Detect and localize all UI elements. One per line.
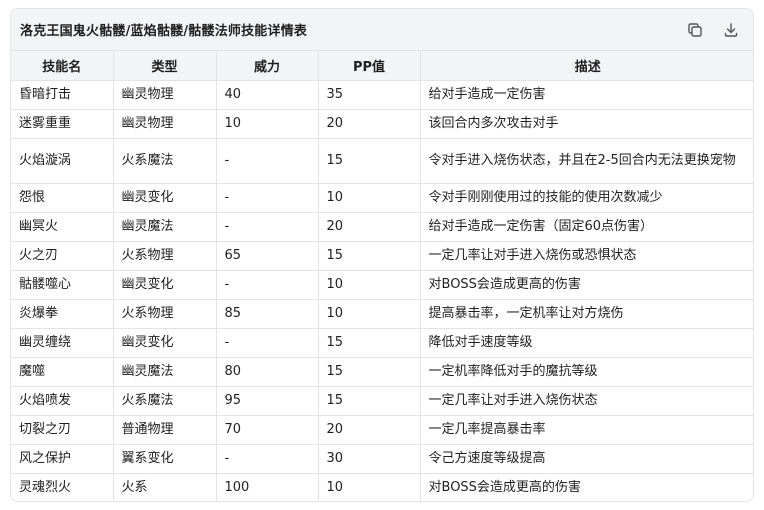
cell-description: 该回合内多次攻击对手 bbox=[420, 109, 753, 139]
cell-power: 80 bbox=[216, 357, 319, 387]
cell-description: 提高暴击率，一定机率让对方烧伤 bbox=[420, 299, 753, 329]
cell-type: 火系魔法 bbox=[113, 138, 217, 184]
cell-pp: 30 bbox=[318, 444, 421, 474]
table-row: 昏暗打击 幽灵物理 40 35 给对手造成一定伤害 bbox=[11, 80, 753, 110]
cell-description: 令己方速度等级提高 bbox=[420, 444, 753, 474]
table-row: 怨恨 幽灵变化 - 10 令对手刚刚使用过的技能的使用次数减少 bbox=[11, 183, 753, 213]
cell-type: 幽灵变化 bbox=[113, 270, 217, 300]
cell-skill-name: 火之刃 bbox=[11, 241, 114, 271]
cell-description: 令对手进入烧伤状态，并且在2-5回合内无法更换宠物 bbox=[420, 138, 753, 184]
cell-power: 100 bbox=[216, 473, 319, 501]
table-row: 切裂之刃 普通物理 70 20 一定几率提高暴击率 bbox=[11, 415, 753, 445]
cell-power: - bbox=[216, 183, 319, 213]
cell-type: 幽灵物理 bbox=[113, 80, 217, 110]
cell-type: 翼系变化 bbox=[113, 444, 217, 474]
table-header-bar: 洛克王国鬼火骷髅/蓝焰骷髅/骷髅法师技能详情表 bbox=[11, 9, 753, 51]
table-row: 火焰喷发 火系魔法 95 15 一定几率让对手进入烧伤状态 bbox=[11, 386, 753, 416]
cell-pp: 35 bbox=[318, 80, 421, 110]
cell-type: 火系 bbox=[113, 473, 217, 501]
cell-description: 令对手刚刚使用过的技能的使用次数减少 bbox=[420, 183, 753, 213]
cell-description: 给对手造成一定伤害（固定60点伤害） bbox=[420, 212, 753, 242]
cell-pp: 15 bbox=[318, 386, 421, 416]
cell-skill-name: 风之保护 bbox=[11, 444, 114, 474]
cell-power: 65 bbox=[216, 241, 319, 271]
table-row: 幽灵缠绕 幽灵变化 - 15 降低对手速度等级 bbox=[11, 328, 753, 358]
cell-description: 一定几率让对手进入烧伤或恐惧状态 bbox=[420, 241, 753, 271]
cell-power: 70 bbox=[216, 415, 319, 445]
table-title: 洛克王国鬼火骷髅/蓝焰骷髅/骷髅法师技能详情表 bbox=[20, 24, 308, 39]
cell-skill-name: 骷髅噬心 bbox=[11, 270, 114, 300]
cell-type: 幽灵魔法 bbox=[113, 357, 217, 387]
cell-skill-name: 昏暗打击 bbox=[11, 80, 114, 110]
table-row: 骷髅噬心 幽灵变化 - 10 对BOSS会造成更高的伤害 bbox=[11, 270, 753, 300]
cell-description: 一定机率降低对手的魔抗等级 bbox=[420, 357, 753, 387]
table-card: 洛克王国鬼火骷髅/蓝焰骷髅/骷髅法师技能详情表 技能名 类型 威力 PP值 描述… bbox=[10, 8, 754, 502]
cell-power: 95 bbox=[216, 386, 319, 416]
skills-table: 技能名 类型 威力 PP值 描述 昏暗打击 幽灵物理 40 35 给对手造成一定… bbox=[11, 51, 753, 501]
cell-skill-name: 幽灵缠绕 bbox=[11, 328, 114, 358]
cell-description: 降低对手速度等级 bbox=[420, 328, 753, 358]
table-header-row: 技能名 类型 威力 PP值 描述 bbox=[11, 51, 753, 81]
download-icon[interactable] bbox=[721, 20, 741, 40]
cell-power: 10 bbox=[216, 109, 319, 139]
cell-skill-name: 魔噬 bbox=[11, 357, 114, 387]
table-row: 魔噬 幽灵魔法 80 15 一定机率降低对手的魔抗等级 bbox=[11, 357, 753, 387]
table-row: 迷雾重重 幽灵物理 10 20 该回合内多次攻击对手 bbox=[11, 109, 753, 139]
cell-type: 普通物理 bbox=[113, 415, 217, 445]
cell-skill-name: 幽冥火 bbox=[11, 212, 114, 242]
column-header-power: 威力 bbox=[216, 51, 319, 81]
cell-pp: 10 bbox=[318, 270, 421, 300]
copy-icon[interactable] bbox=[685, 20, 705, 40]
cell-pp: 10 bbox=[318, 473, 421, 501]
cell-description: 给对手造成一定伤害 bbox=[420, 80, 753, 110]
cell-type: 火系魔法 bbox=[113, 386, 217, 416]
header-actions bbox=[685, 20, 741, 40]
cell-pp: 20 bbox=[318, 109, 421, 139]
table-row: 风之保护 翼系变化 - 30 令己方速度等级提高 bbox=[11, 444, 753, 474]
cell-skill-name: 灵魂烈火 bbox=[11, 473, 114, 501]
cell-skill-name: 火焰漩涡 bbox=[11, 138, 114, 184]
table-row: 火之刃 火系物理 65 15 一定几率让对手进入烧伤或恐惧状态 bbox=[11, 241, 753, 271]
column-header-type: 类型 bbox=[113, 51, 217, 81]
cell-pp: 15 bbox=[318, 138, 421, 184]
cell-pp: 15 bbox=[318, 357, 421, 387]
cell-type: 火系物理 bbox=[113, 299, 217, 329]
cell-skill-name: 怨恨 bbox=[11, 183, 114, 213]
column-header-pp: PP值 bbox=[318, 51, 421, 81]
cell-pp: 15 bbox=[318, 241, 421, 271]
cell-skill-name: 炎爆拳 bbox=[11, 299, 114, 329]
cell-type: 幽灵变化 bbox=[113, 328, 217, 358]
cell-power: - bbox=[216, 328, 319, 358]
cell-skill-name: 切裂之刃 bbox=[11, 415, 114, 445]
table-row: 炎爆拳 火系物理 85 10 提高暴击率，一定机率让对方烧伤 bbox=[11, 299, 753, 329]
cell-pp: 20 bbox=[318, 212, 421, 242]
cell-type: 幽灵变化 bbox=[113, 183, 217, 213]
cell-power: 40 bbox=[216, 80, 319, 110]
cell-pp: 10 bbox=[318, 183, 421, 213]
cell-type: 幽灵魔法 bbox=[113, 212, 217, 242]
cell-type: 火系物理 bbox=[113, 241, 217, 271]
cell-description: 一定几率让对手进入烧伤状态 bbox=[420, 386, 753, 416]
cell-description: 对BOSS会造成更高的伤害 bbox=[428, 480, 581, 496]
cell-pp: 20 bbox=[318, 415, 421, 445]
column-header-skill-name: 技能名 bbox=[11, 51, 114, 81]
cell-description: 对BOSS会造成更高的伤害 bbox=[420, 270, 753, 300]
cell-skill-name: 火焰喷发 bbox=[11, 386, 114, 416]
column-header-description: 描述 bbox=[420, 51, 753, 81]
cell-power: - bbox=[216, 212, 319, 242]
cell-power: - bbox=[216, 444, 319, 474]
table-row: 幽冥火 幽灵魔法 - 20 给对手造成一定伤害（固定60点伤害） bbox=[11, 212, 753, 242]
table-row: 火焰漩涡 火系魔法 - 15 令对手进入烧伤状态，并且在2-5回合内无法更换宠物 bbox=[11, 138, 753, 184]
cell-power: - bbox=[216, 138, 319, 184]
cell-power: 85 bbox=[216, 299, 319, 329]
cell-skill-name: 迷雾重重 bbox=[11, 109, 114, 139]
cell-power: - bbox=[216, 270, 319, 300]
cell-type: 幽灵物理 bbox=[113, 109, 217, 139]
cell-pp: 15 bbox=[318, 328, 421, 358]
cell-description: 一定几率提高暴击率 bbox=[420, 415, 753, 445]
table-row: 灵魂烈火 火系 100 10 对BOSS会造成更高的伤害 bbox=[11, 473, 753, 501]
cell-pp: 10 bbox=[318, 299, 421, 329]
